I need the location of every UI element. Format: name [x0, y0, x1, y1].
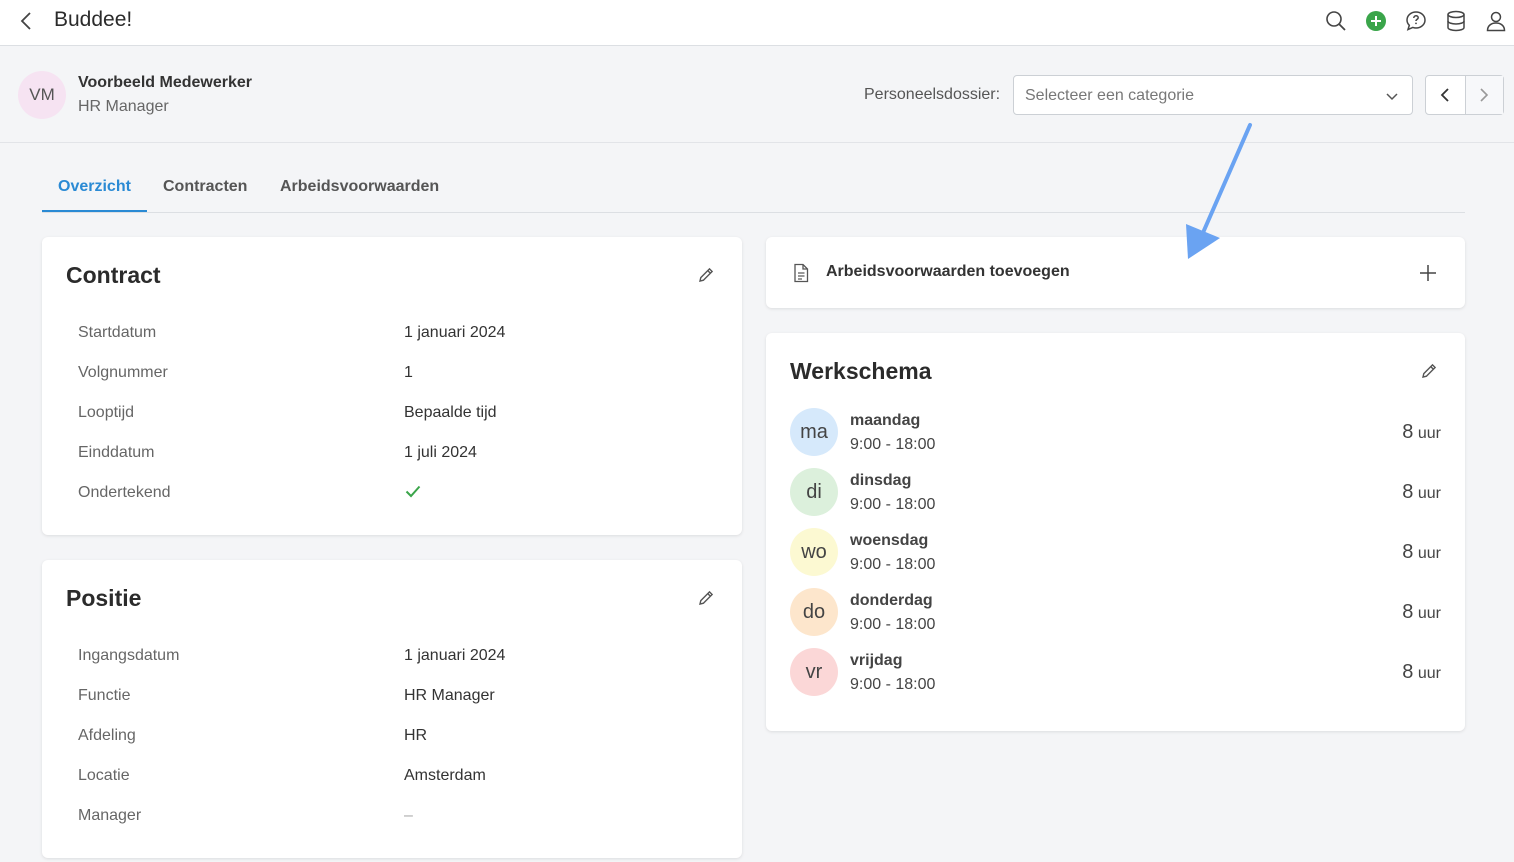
positie-label-ingangsdatum: Ingangsdatum	[78, 647, 180, 664]
day-hours: 8 uur	[1402, 481, 1441, 503]
contract-label-looptijd: Looptijd	[78, 404, 135, 421]
contract-value-volgnummer: 1	[404, 364, 413, 381]
contract-title: Contract	[66, 262, 161, 288]
werkschema-card: Werkschema ma maandag 9:00 - 18:00 8 uur…	[766, 333, 1465, 731]
check-icon	[404, 482, 422, 505]
database-icon[interactable]	[1444, 9, 1468, 33]
day-time: 9:00 - 18:00	[850, 676, 936, 693]
contract-value-einddatum: 1 juli 2024	[404, 444, 477, 461]
employee-pager	[1425, 75, 1504, 115]
positie-value-afdeling: HR	[404, 727, 428, 744]
employee-header: VM Voorbeeld Medewerker HR Manager Perso…	[0, 47, 1514, 143]
positie-label-locatie: Locatie	[78, 767, 130, 784]
contract-label-ondertekend: Ondertekend	[78, 484, 171, 501]
day-time: 9:00 - 18:00	[850, 616, 936, 633]
day-badge: vr	[790, 648, 838, 696]
avatar[interactable]: VM	[18, 71, 66, 119]
day-badge: ma	[790, 408, 838, 456]
dossier-category-select[interactable]: Selecteer een categorie	[1013, 75, 1413, 115]
day-badge: do	[790, 588, 838, 636]
contract-label-startdatum: Startdatum	[78, 324, 157, 341]
dossier-label: Personeelsdossier:	[864, 86, 1001, 103]
positie-label-afdeling: Afdeling	[78, 727, 136, 744]
day-name: donderdag	[850, 592, 933, 609]
positie-value-manager: –	[404, 807, 413, 824]
tab-arbeidsvoorwaarden[interactable]: Arbeidsvoorwaarden	[280, 178, 439, 196]
edit-icon[interactable]	[696, 265, 716, 285]
day-name: woensdag	[850, 532, 929, 549]
werkschema-title: Werkschema	[790, 358, 932, 384]
positie-label-manager: Manager	[78, 807, 142, 824]
tab-contracten[interactable]: Contracten	[163, 178, 247, 196]
previous-employee-button[interactable]	[1426, 76, 1465, 114]
plus-circle-icon[interactable]	[1364, 9, 1388, 33]
contract-card: Contract Startdatum 1 januari 2024 Volgn…	[42, 237, 742, 535]
positie-value-locatie: Amsterdam	[404, 767, 486, 784]
search-icon[interactable]	[1324, 9, 1348, 33]
day-badge: di	[790, 468, 838, 516]
day-time: 9:00 - 18:00	[850, 496, 936, 513]
day-name: dinsdag	[850, 472, 912, 489]
positie-card: Positie Ingangsdatum 1 januari 2024 Func…	[42, 560, 742, 858]
active-tab-indicator	[42, 210, 147, 212]
contract-value-looptijd: Bepaalde tijd	[404, 404, 497, 421]
day-time: 9:00 - 18:00	[850, 556, 936, 573]
top-bar: Buddee!	[0, 0, 1514, 46]
document-icon	[792, 263, 810, 283]
add-arbeidsvoorwaarden-card[interactable]: Arbeidsvoorwaarden toevoegen	[766, 237, 1465, 308]
employee-role: HR Manager	[78, 98, 169, 115]
day-hours: 8 uur	[1402, 661, 1441, 683]
edit-icon[interactable]	[1419, 361, 1439, 381]
tab-overzicht[interactable]: Overzicht	[58, 178, 131, 196]
contract-label-einddatum: Einddatum	[78, 444, 155, 461]
day-hours: 8 uur	[1402, 541, 1441, 563]
chevron-left-icon[interactable]	[16, 10, 36, 32]
day-hours: 8 uur	[1402, 601, 1441, 623]
employee-name: Voorbeeld Medewerker	[78, 74, 252, 91]
positie-label-functie: Functie	[78, 687, 131, 704]
positie-value-ingangsdatum: 1 januari 2024	[404, 647, 506, 664]
day-hours: 8 uur	[1402, 421, 1441, 443]
plus-icon[interactable]	[1419, 264, 1437, 282]
add-arbeidsvoorwaarden-label: Arbeidsvoorwaarden toevoegen	[826, 263, 1070, 280]
chevron-down-icon	[1384, 88, 1400, 104]
user-icon[interactable]	[1484, 9, 1508, 33]
day-name: maandag	[850, 412, 921, 429]
contract-label-volgnummer: Volgnummer	[78, 364, 168, 381]
dossier-select-placeholder: Selecteer een categorie	[1025, 87, 1194, 104]
edit-icon[interactable]	[696, 588, 716, 608]
day-time: 9:00 - 18:00	[850, 436, 936, 453]
annotation-arrow-icon	[1186, 123, 1252, 259]
day-name: vrijdag	[850, 652, 903, 669]
contract-value-startdatum: 1 januari 2024	[404, 324, 506, 341]
positie-title: Positie	[66, 585, 142, 611]
next-employee-button[interactable]	[1464, 76, 1503, 114]
chat-help-icon[interactable]	[1404, 9, 1428, 33]
app-title: Buddee!	[54, 8, 133, 31]
positie-value-functie: HR Manager	[404, 687, 495, 704]
day-badge: wo	[790, 528, 838, 576]
